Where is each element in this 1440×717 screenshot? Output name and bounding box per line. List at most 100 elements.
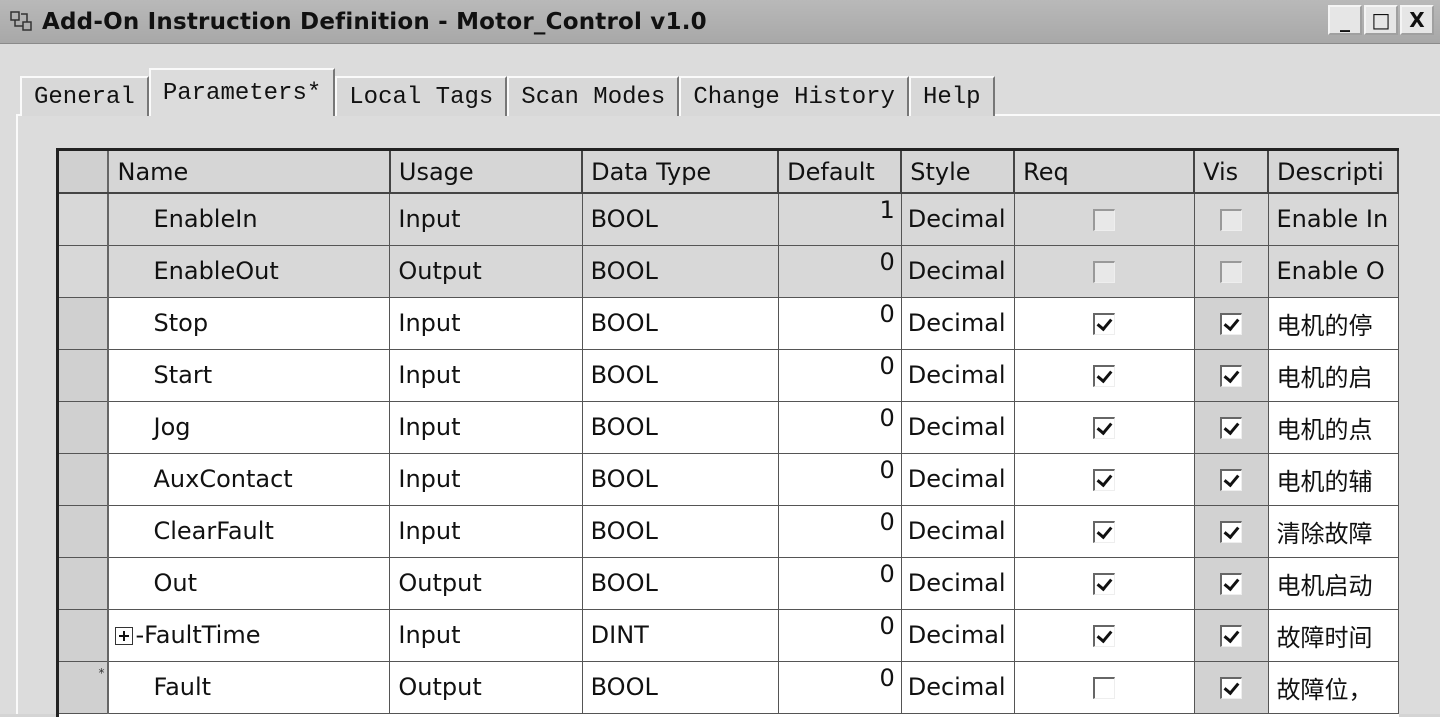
cell-req[interactable]	[1014, 557, 1195, 610]
row-selector[interactable]	[59, 505, 110, 558]
cell-description[interactable]: Enable O	[1268, 245, 1399, 298]
close-button[interactable]: X	[1400, 5, 1434, 35]
cell-default[interactable]: 0	[778, 401, 902, 454]
cell-vis[interactable]	[1194, 297, 1269, 350]
column-header-usage[interactable]: Usage	[389, 151, 584, 194]
table-row[interactable]: ClearFault Input BOOL 0 Decimal 清除故障	[59, 505, 1399, 558]
cell-req[interactable]	[1014, 349, 1195, 402]
cell-description[interactable]: Enable In	[1268, 193, 1399, 246]
cell-data-type[interactable]: BOOL	[582, 453, 779, 506]
cell-name[interactable]: Fault	[108, 661, 391, 714]
cell-req[interactable]	[1014, 505, 1195, 558]
cell-default[interactable]: 0	[778, 505, 902, 558]
cell-vis[interactable]	[1194, 401, 1269, 454]
cell-usage[interactable]: Input	[389, 297, 583, 350]
cell-data-type[interactable]: BOOL	[582, 661, 779, 714]
cell-default[interactable]: 0	[778, 557, 902, 610]
cell-usage[interactable]: Input	[389, 349, 583, 402]
row-selector[interactable]	[59, 609, 110, 662]
parameters-grid[interactable]: Name Usage Data Type Default Style Req V…	[56, 148, 1399, 717]
cell-default[interactable]: 1	[778, 193, 902, 246]
cell-vis[interactable]	[1194, 557, 1269, 610]
vis-checkbox[interactable]	[1220, 573, 1243, 595]
cell-description[interactable]: 故障位，	[1268, 661, 1399, 714]
column-header-style[interactable]: Style	[901, 151, 1016, 194]
cell-default[interactable]: 0	[778, 609, 902, 662]
cell-usage[interactable]: Output	[389, 557, 583, 610]
row-selector[interactable]	[59, 401, 110, 454]
vis-checkbox[interactable]	[1220, 365, 1243, 387]
req-checkbox[interactable]	[1093, 677, 1116, 699]
cell-data-type[interactable]: DINT	[582, 609, 779, 662]
cell-name[interactable]: Stop	[108, 297, 391, 350]
cell-data-type[interactable]: BOOL	[582, 557, 779, 610]
table-row[interactable]: Stop Input BOOL 0 Decimal 电机的停	[59, 297, 1399, 350]
minimize-button[interactable]: _	[1328, 5, 1362, 35]
vis-checkbox[interactable]	[1220, 417, 1243, 439]
maximize-button[interactable]: □	[1364, 5, 1398, 35]
cell-vis[interactable]	[1194, 453, 1269, 506]
column-header-description[interactable]: Descripti	[1268, 151, 1399, 194]
cell-description[interactable]: 电机的启	[1268, 349, 1399, 402]
cell-description[interactable]: 故障时间	[1268, 609, 1399, 662]
cell-style[interactable]: Decimal	[901, 245, 1015, 298]
table-row[interactable]: * Fault Output BOOL 0 Decimal 故障位，	[59, 661, 1399, 714]
column-header-data-type[interactable]: Data Type	[582, 151, 780, 194]
cell-data-type[interactable]: BOOL	[582, 401, 779, 454]
req-checkbox[interactable]	[1093, 521, 1116, 543]
tab-change-history[interactable]: Change History	[679, 76, 909, 116]
cell-data-type[interactable]: BOOL	[582, 505, 779, 558]
row-selector[interactable]	[59, 193, 110, 246]
expand-icon[interactable]	[115, 627, 134, 645]
cell-req[interactable]	[1014, 609, 1195, 662]
cell-style[interactable]: Decimal	[901, 401, 1015, 454]
row-selector[interactable]	[59, 349, 110, 402]
req-checkbox[interactable]	[1093, 625, 1116, 647]
cell-default[interactable]: 0	[778, 453, 902, 506]
req-checkbox[interactable]	[1093, 365, 1116, 387]
cell-usage[interactable]: Input	[389, 609, 583, 662]
cell-style[interactable]: Decimal	[901, 349, 1015, 402]
column-header-vis[interactable]: Vis	[1194, 151, 1270, 194]
tab-scan-modes[interactable]: Scan Modes	[507, 76, 680, 116]
req-checkbox[interactable]	[1093, 573, 1116, 595]
title-bar[interactable]: Add-On Instruction Definition - Motor_Co…	[0, 0, 1440, 44]
cell-usage[interactable]: Output	[389, 245, 583, 298]
cell-req[interactable]	[1014, 193, 1195, 246]
cell-style[interactable]: Decimal	[901, 453, 1015, 506]
cell-name[interactable]: Out	[108, 557, 391, 610]
cell-description[interactable]: 电机的辅	[1268, 453, 1399, 506]
cell-req[interactable]	[1014, 401, 1195, 454]
cell-description[interactable]: 电机的点	[1268, 401, 1399, 454]
cell-description[interactable]: 电机的停	[1268, 297, 1399, 350]
cell-req[interactable]	[1014, 661, 1195, 714]
vis-checkbox[interactable]	[1220, 677, 1243, 699]
cell-vis[interactable]	[1194, 661, 1269, 714]
vis-checkbox[interactable]	[1220, 625, 1243, 647]
cell-style[interactable]: Decimal	[901, 297, 1015, 350]
cell-name[interactable]: EnableOut	[108, 245, 391, 298]
cell-usage[interactable]: Output	[389, 661, 583, 714]
table-row[interactable]: Start Input BOOL 0 Decimal 电机的启	[59, 349, 1399, 402]
table-row[interactable]: EnableOut Output BOOL 0 Decimal Enable O	[59, 245, 1399, 298]
cell-default[interactable]: 0	[778, 245, 902, 298]
cell-usage[interactable]: Input	[389, 453, 583, 506]
vis-checkbox[interactable]	[1220, 313, 1243, 335]
cell-default[interactable]: 0	[778, 349, 902, 402]
select-all-header[interactable]	[59, 151, 110, 194]
cell-usage[interactable]: Input	[389, 505, 583, 558]
cell-usage[interactable]: Input	[389, 193, 583, 246]
tab-local-tags[interactable]: Local Tags	[335, 76, 508, 116]
cell-vis[interactable]	[1194, 245, 1269, 298]
cell-req[interactable]	[1014, 245, 1195, 298]
cell-default[interactable]: 0	[778, 297, 902, 350]
cell-req[interactable]	[1014, 297, 1195, 350]
cell-style[interactable]: Decimal	[901, 661, 1015, 714]
row-selector[interactable]	[59, 297, 110, 350]
cell-style[interactable]: Decimal	[901, 609, 1015, 662]
cell-vis[interactable]	[1194, 609, 1269, 662]
cell-style[interactable]: Decimal	[901, 557, 1015, 610]
cell-vis[interactable]	[1194, 505, 1269, 558]
cell-data-type[interactable]: BOOL	[582, 193, 779, 246]
cell-data-type[interactable]: BOOL	[582, 349, 779, 402]
